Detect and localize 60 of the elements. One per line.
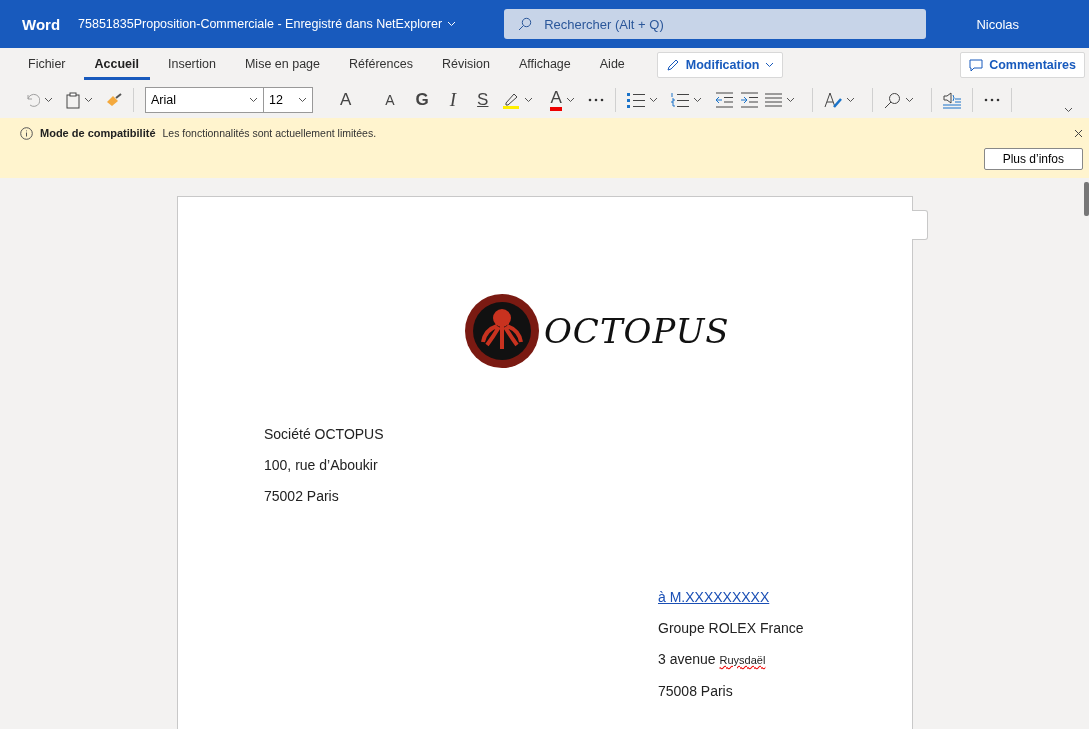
ribbon-tab[interactable]: Affichage <box>507 50 582 80</box>
comment-icon <box>969 58 984 72</box>
highlighter-icon[interactable] <box>502 91 521 109</box>
bold-button[interactable]: G <box>408 90 436 110</box>
more-icon[interactable] <box>983 98 1000 102</box>
address-line: 75002 Paris <box>264 487 340 506</box>
ribbon-tab[interactable]: Aide <box>588 50 636 80</box>
pencil-icon <box>665 58 680 72</box>
ribbon-tab[interactable]: Insertion <box>157 50 227 80</box>
address-line: Groupe ROLEX France <box>658 619 805 638</box>
grow-font-button[interactable]: A <box>320 90 372 110</box>
recipient-link[interactable]: à M.XXXXXXXXX <box>658 582 912 613</box>
chevron-down-icon[interactable] <box>648 97 658 103</box>
search-field[interactable]: Rechercher (Alt + Q) <box>504 9 927 39</box>
document-title[interactable]: 75851835Proposition-Commerciale - Enregistré dans NetExplorer <box>78 17 443 31</box>
chevron-down-icon[interactable] <box>845 97 855 103</box>
search-icon <box>518 17 533 31</box>
clipboard-icon[interactable] <box>66 91 80 109</box>
font-color-button[interactable]: A <box>550 89 562 111</box>
numbered-list-icon[interactable] <box>670 92 689 108</box>
chevron-down-icon[interactable] <box>565 97 575 103</box>
chevron-down-icon[interactable] <box>692 97 702 103</box>
styles-icon[interactable] <box>823 91 842 109</box>
info-message: Les fonctionnalités sont actuellement limitées. <box>162 127 377 139</box>
search-icon[interactable] <box>883 91 901 109</box>
comments-button[interactable]: Commentaires <box>960 52 1085 78</box>
chevron-down-icon[interactable] <box>1064 107 1073 113</box>
decrease-indent-icon[interactable] <box>714 92 733 108</box>
increase-indent-icon[interactable] <box>739 92 758 108</box>
ribbon-tab[interactable]: Accueil <box>83 50 150 80</box>
italic-button[interactable]: I <box>442 89 464 111</box>
address-line: 75008 Paris <box>658 682 734 701</box>
dictate-icon[interactable] <box>942 91 961 109</box>
address-line: Société OCTOPUS <box>264 425 385 444</box>
chevron-down-icon[interactable] <box>904 97 914 103</box>
ribbon-tab[interactable]: Mise en page <box>233 50 331 80</box>
ribbon-tab[interactable]: Révision <box>430 50 501 80</box>
ribbon-tab[interactable]: Références <box>338 50 424 80</box>
logo-text: OCTOPUS <box>544 311 730 351</box>
editing-mode-button[interactable]: Modification <box>656 52 784 78</box>
underline-button[interactable]: S <box>470 90 496 110</box>
ribbon-tab[interactable]: Fichier <box>17 50 77 80</box>
user-name[interactable]: Nicolas <box>976 16 1019 32</box>
more-icon[interactable] <box>587 98 604 102</box>
scrollbar-thumb[interactable] <box>1084 182 1089 216</box>
info-icon <box>20 126 33 140</box>
paintbrush-icon[interactable] <box>106 93 122 107</box>
info-title: Mode de compatibilité <box>40 127 156 139</box>
close-icon[interactable] <box>1074 128 1083 138</box>
shrink-font-button[interactable]: A <box>378 92 402 108</box>
address-line: 100, rue d’Aboukir <box>264 456 379 475</box>
chevron-down-icon[interactable] <box>44 97 53 103</box>
chevron-down-icon[interactable] <box>785 97 795 103</box>
app-name[interactable]: Word <box>22 15 61 33</box>
chevron-down-icon[interactable] <box>524 97 534 103</box>
address-line: 3 avenue Ruysdaël <box>658 650 767 669</box>
chevron-down-icon <box>765 62 775 68</box>
bullet-list-icon[interactable] <box>626 92 645 108</box>
more-info-button[interactable]: Plus d’infos <box>983 148 1083 170</box>
chevron-down-icon[interactable] <box>84 97 93 103</box>
